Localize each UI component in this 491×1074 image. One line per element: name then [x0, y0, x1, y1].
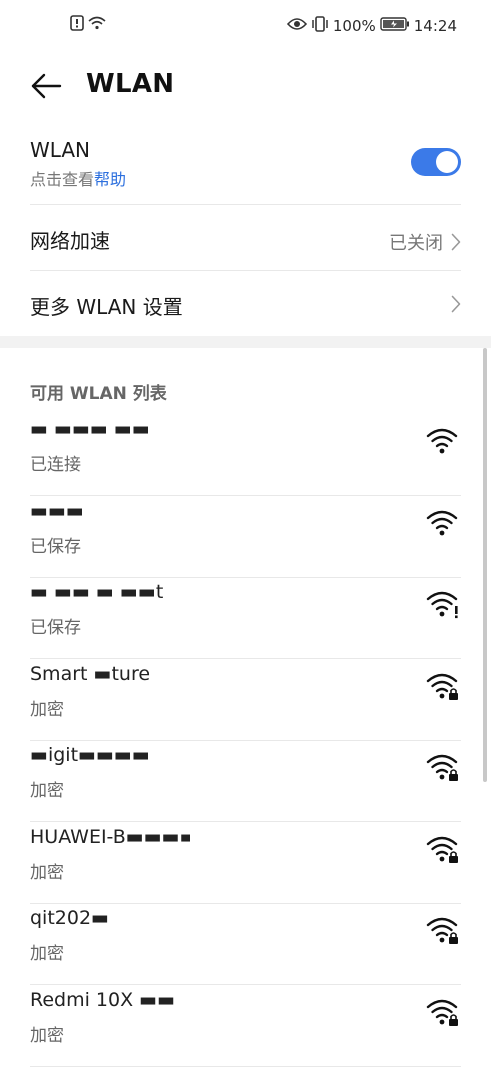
available-wlan-list-title: 可用 WLAN 列表: [30, 384, 167, 404]
wifi-alert-icon: [426, 591, 458, 619]
wlan-label: WLAN: [30, 138, 91, 162]
wifi-locked-icon: [426, 673, 458, 700]
chevron-right-icon: [451, 295, 461, 313]
network-status: 已保存: [30, 536, 81, 557]
eye-icon: [286, 17, 307, 35]
network-name: ▬ ▬▬▬ ▬▬: [30, 418, 150, 440]
network-status: 加密: [30, 944, 64, 964]
section-separator: [0, 336, 491, 348]
scrollbar[interactable]: [483, 348, 487, 782]
network-item[interactable]: Redmi 10X ▬▬ 加密: [0, 985, 491, 1067]
network-name: Redmi 10X ▬▬: [30, 988, 176, 1011]
network-item[interactable]: ▬igit▬▬▬▬ 加密: [0, 740, 491, 822]
vibrate-icon: [311, 16, 329, 36]
network-item[interactable]: Smart ▬ture 加密: [0, 659, 491, 741]
chevron-right-icon: [451, 233, 461, 251]
network-name: ▬ ▬▬ ▬ ▬▬t: [30, 581, 164, 603]
network-status: 已连接: [30, 455, 81, 475]
more-wlan-settings-chevron-group: [451, 295, 461, 313]
divider: [30, 270, 461, 271]
network-name: Smart ▬ture: [30, 662, 151, 685]
network-item[interactable]: qit202▬ 加密: [0, 903, 491, 985]
wifi-locked-icon: [426, 917, 458, 944]
wifi-locked-icon: [426, 999, 458, 1026]
network-name: ▬igit▬▬▬▬: [30, 744, 150, 766]
wifi-signal-icon: [426, 428, 458, 454]
network-acceleration-row[interactable]: 网络加速 已关闭: [30, 225, 461, 265]
wifi-signal-icon: [426, 510, 458, 535]
wifi-status-icon: [88, 16, 106, 34]
network-status: 加密: [30, 699, 64, 720]
battery-percent: 100%: [332, 17, 376, 35]
wlan-toggle-switch[interactable]: [411, 148, 461, 176]
network-acceleration-value: 已关闭: [389, 233, 443, 254]
wifi-locked-icon: [426, 836, 458, 863]
back-button[interactable]: [28, 68, 64, 104]
network-item[interactable]: ▬ ▬▬ ▬ ▬▬t 已保存: [0, 577, 491, 659]
page-title: WLAN: [86, 69, 175, 99]
help-link[interactable]: 帮助: [94, 170, 126, 189]
status-bar-left: [70, 15, 106, 35]
network-status: 加密: [30, 1025, 64, 1046]
network-acceleration-value-group: 已关闭: [389, 229, 461, 255]
divider: [30, 1065, 461, 1067]
wlan-help-text: 点击查看帮助: [30, 166, 461, 190]
wifi-locked-icon: [426, 754, 458, 781]
wlan-help-prefix: 点击查看: [30, 170, 95, 189]
back-arrow-icon: [31, 73, 62, 99]
network-status: 加密: [30, 781, 64, 801]
status-bar-right: 100% 14:24: [286, 16, 457, 36]
network-item[interactable]: ▬▬▬ 已保存: [0, 496, 491, 578]
network-name: qit202▬: [30, 907, 110, 929]
sim-alert-icon: [70, 15, 84, 35]
wlan-settings-screen: 100% 14:24 WLAN WLAN 点击查看帮助 网络加速 已关闭 更多 …: [0, 0, 491, 1074]
wlan-toggle-row[interactable]: WLAN 点击查看帮助: [30, 138, 461, 198]
more-wlan-settings-row[interactable]: 更多 WLAN 设置: [30, 291, 461, 331]
network-name: HUAWEI-B▬▬▬▬▬2: [30, 825, 190, 848]
app-header: WLAN: [0, 58, 491, 114]
network-item[interactable]: ▬ ▬▬▬ ▬▬ 已连接: [0, 414, 491, 496]
network-status: 加密: [30, 862, 64, 883]
network-item[interactable]: HUAWEI-B▬▬▬▬▬2 加密: [0, 822, 491, 904]
network-status: 已保存: [30, 618, 81, 638]
toggle-knob: [436, 151, 458, 173]
clock: 14:24: [413, 17, 457, 35]
status-bar: 100% 14:24: [0, 0, 491, 54]
battery-icon: [380, 17, 410, 35]
more-wlan-settings-label: 更多 WLAN 设置: [30, 295, 183, 319]
network-name: ▬▬▬: [30, 499, 84, 522]
divider: [30, 204, 461, 205]
